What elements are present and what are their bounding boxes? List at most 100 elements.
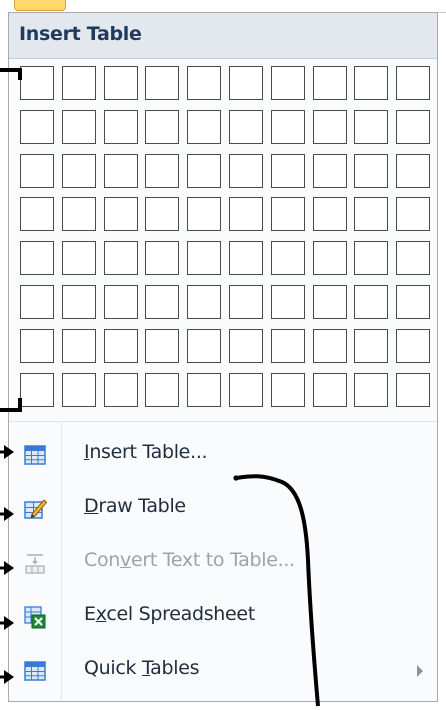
quick-tables-icon — [23, 659, 47, 683]
insert-table-dropdown-screen: Insert Table Insert Table... Draw Table … — [0, 0, 446, 710]
excel-spreadsheet-item[interactable]: Excel Spreadsheet — [9, 589, 437, 643]
grid-cell[interactable] — [313, 197, 347, 231]
grid-cell[interactable] — [271, 110, 305, 144]
insert-table-item[interactable]: Insert Table... — [9, 427, 437, 481]
grid-cell[interactable] — [396, 110, 430, 144]
grid-cell[interactable] — [20, 110, 54, 144]
grid-cell[interactable] — [313, 110, 347, 144]
grid-cell[interactable] — [62, 66, 96, 100]
grid-cell[interactable] — [396, 329, 430, 363]
grid-cell[interactable] — [20, 373, 54, 407]
grid-cell[interactable] — [187, 329, 221, 363]
grid-cell[interactable] — [229, 285, 263, 319]
grid-cell[interactable] — [62, 154, 96, 188]
grid-cell[interactable] — [20, 197, 54, 231]
draw-table-item[interactable]: Draw Table — [9, 481, 437, 535]
grid-cell[interactable] — [313, 66, 347, 100]
quick-tables-label: Quick Tables — [84, 657, 200, 679]
grid-cell[interactable] — [313, 285, 347, 319]
grid-cell[interactable] — [354, 154, 388, 188]
menu-header: Insert Table — [9, 13, 437, 59]
grid-cell[interactable] — [187, 66, 221, 100]
grid-cell[interactable] — [20, 285, 54, 319]
table-grid-icon — [23, 443, 47, 467]
grid-cell[interactable] — [396, 66, 430, 100]
quick-tables-item[interactable]: Quick Tables — [9, 643, 437, 697]
grid-cell[interactable] — [229, 329, 263, 363]
grid-cell[interactable] — [104, 66, 138, 100]
grid-cell[interactable] — [20, 154, 54, 188]
grid-cell[interactable] — [187, 285, 221, 319]
grid-cell[interactable] — [229, 154, 263, 188]
grid-cell[interactable] — [271, 241, 305, 275]
grid-cell[interactable] — [62, 197, 96, 231]
excel-icon — [23, 605, 47, 629]
pencil-table-icon — [23, 497, 48, 521]
table-ribbon-button[interactable] — [14, 0, 66, 11]
grid-cell[interactable] — [62, 329, 96, 363]
grid-cell[interactable] — [354, 66, 388, 100]
grid-cell[interactable] — [354, 285, 388, 319]
grid-cell[interactable] — [62, 285, 96, 319]
grid-cell[interactable] — [145, 285, 179, 319]
grid-cell[interactable] — [354, 197, 388, 231]
grid-cell[interactable] — [354, 241, 388, 275]
grid-cell[interactable] — [271, 373, 305, 407]
grid-cell[interactable] — [271, 66, 305, 100]
grid-cell[interactable] — [104, 285, 138, 319]
grid-cell[interactable] — [229, 66, 263, 100]
grid-cell[interactable] — [187, 241, 221, 275]
grid-cell[interactable] — [271, 329, 305, 363]
grid-cell[interactable] — [396, 373, 430, 407]
grid-cell[interactable] — [62, 110, 96, 144]
grid-cell[interactable] — [145, 329, 179, 363]
grid-cell[interactable] — [20, 66, 54, 100]
grid-cell[interactable] — [62, 241, 96, 275]
grid-cell[interactable] — [145, 66, 179, 100]
grid-cell[interactable] — [104, 373, 138, 407]
grid-cell[interactable] — [313, 241, 347, 275]
grid-cell[interactable] — [20, 329, 54, 363]
grid-cell[interactable] — [271, 197, 305, 231]
grid-cell[interactable] — [145, 373, 179, 407]
grid-cell[interactable] — [354, 110, 388, 144]
grid-cell[interactable] — [145, 197, 179, 231]
grid-cell[interactable] — [20, 241, 54, 275]
grid-cell[interactable] — [271, 285, 305, 319]
excel-spreadsheet-label: Excel Spreadsheet — [84, 603, 255, 625]
grid-cell[interactable] — [145, 154, 179, 188]
grid-cell[interactable] — [62, 373, 96, 407]
draw-table-label: Draw Table — [84, 495, 186, 517]
grid-cell[interactable] — [229, 241, 263, 275]
grid-cell[interactable] — [313, 373, 347, 407]
grid-cell[interactable] — [229, 197, 263, 231]
convert-text-to-table-item[interactable]: Convert Text to Table... — [9, 535, 437, 589]
grid-cell[interactable] — [104, 197, 138, 231]
grid-cell[interactable] — [229, 373, 263, 407]
grid-cell[interactable] — [396, 154, 430, 188]
grid-cell[interactable] — [104, 241, 138, 275]
menu-separator — [9, 421, 437, 422]
grid-cell[interactable] — [145, 241, 179, 275]
grid-cell[interactable] — [187, 154, 221, 188]
grid-cell[interactable] — [145, 110, 179, 144]
insert-table-menu: Insert Table Insert Table... Draw Table … — [8, 12, 438, 702]
grid-cell[interactable] — [354, 373, 388, 407]
convert-text-icon — [23, 551, 47, 575]
grid-cell[interactable] — [396, 241, 430, 275]
convert-text-label: Convert Text to Table... — [84, 549, 295, 571]
grid-cell[interactable] — [104, 329, 138, 363]
grid-cell[interactable] — [187, 110, 221, 144]
grid-cell[interactable] — [313, 329, 347, 363]
grid-cell[interactable] — [187, 197, 221, 231]
grid-cell[interactable] — [104, 154, 138, 188]
grid-cell[interactable] — [396, 285, 430, 319]
grid-cell[interactable] — [354, 329, 388, 363]
grid-cell[interactable] — [396, 197, 430, 231]
grid-cell[interactable] — [313, 154, 347, 188]
grid-cell[interactable] — [104, 110, 138, 144]
grid-cell[interactable] — [229, 110, 263, 144]
grid-cell[interactable] — [271, 154, 305, 188]
grid-cell[interactable] — [187, 373, 221, 407]
submenu-arrow-icon — [417, 665, 423, 677]
